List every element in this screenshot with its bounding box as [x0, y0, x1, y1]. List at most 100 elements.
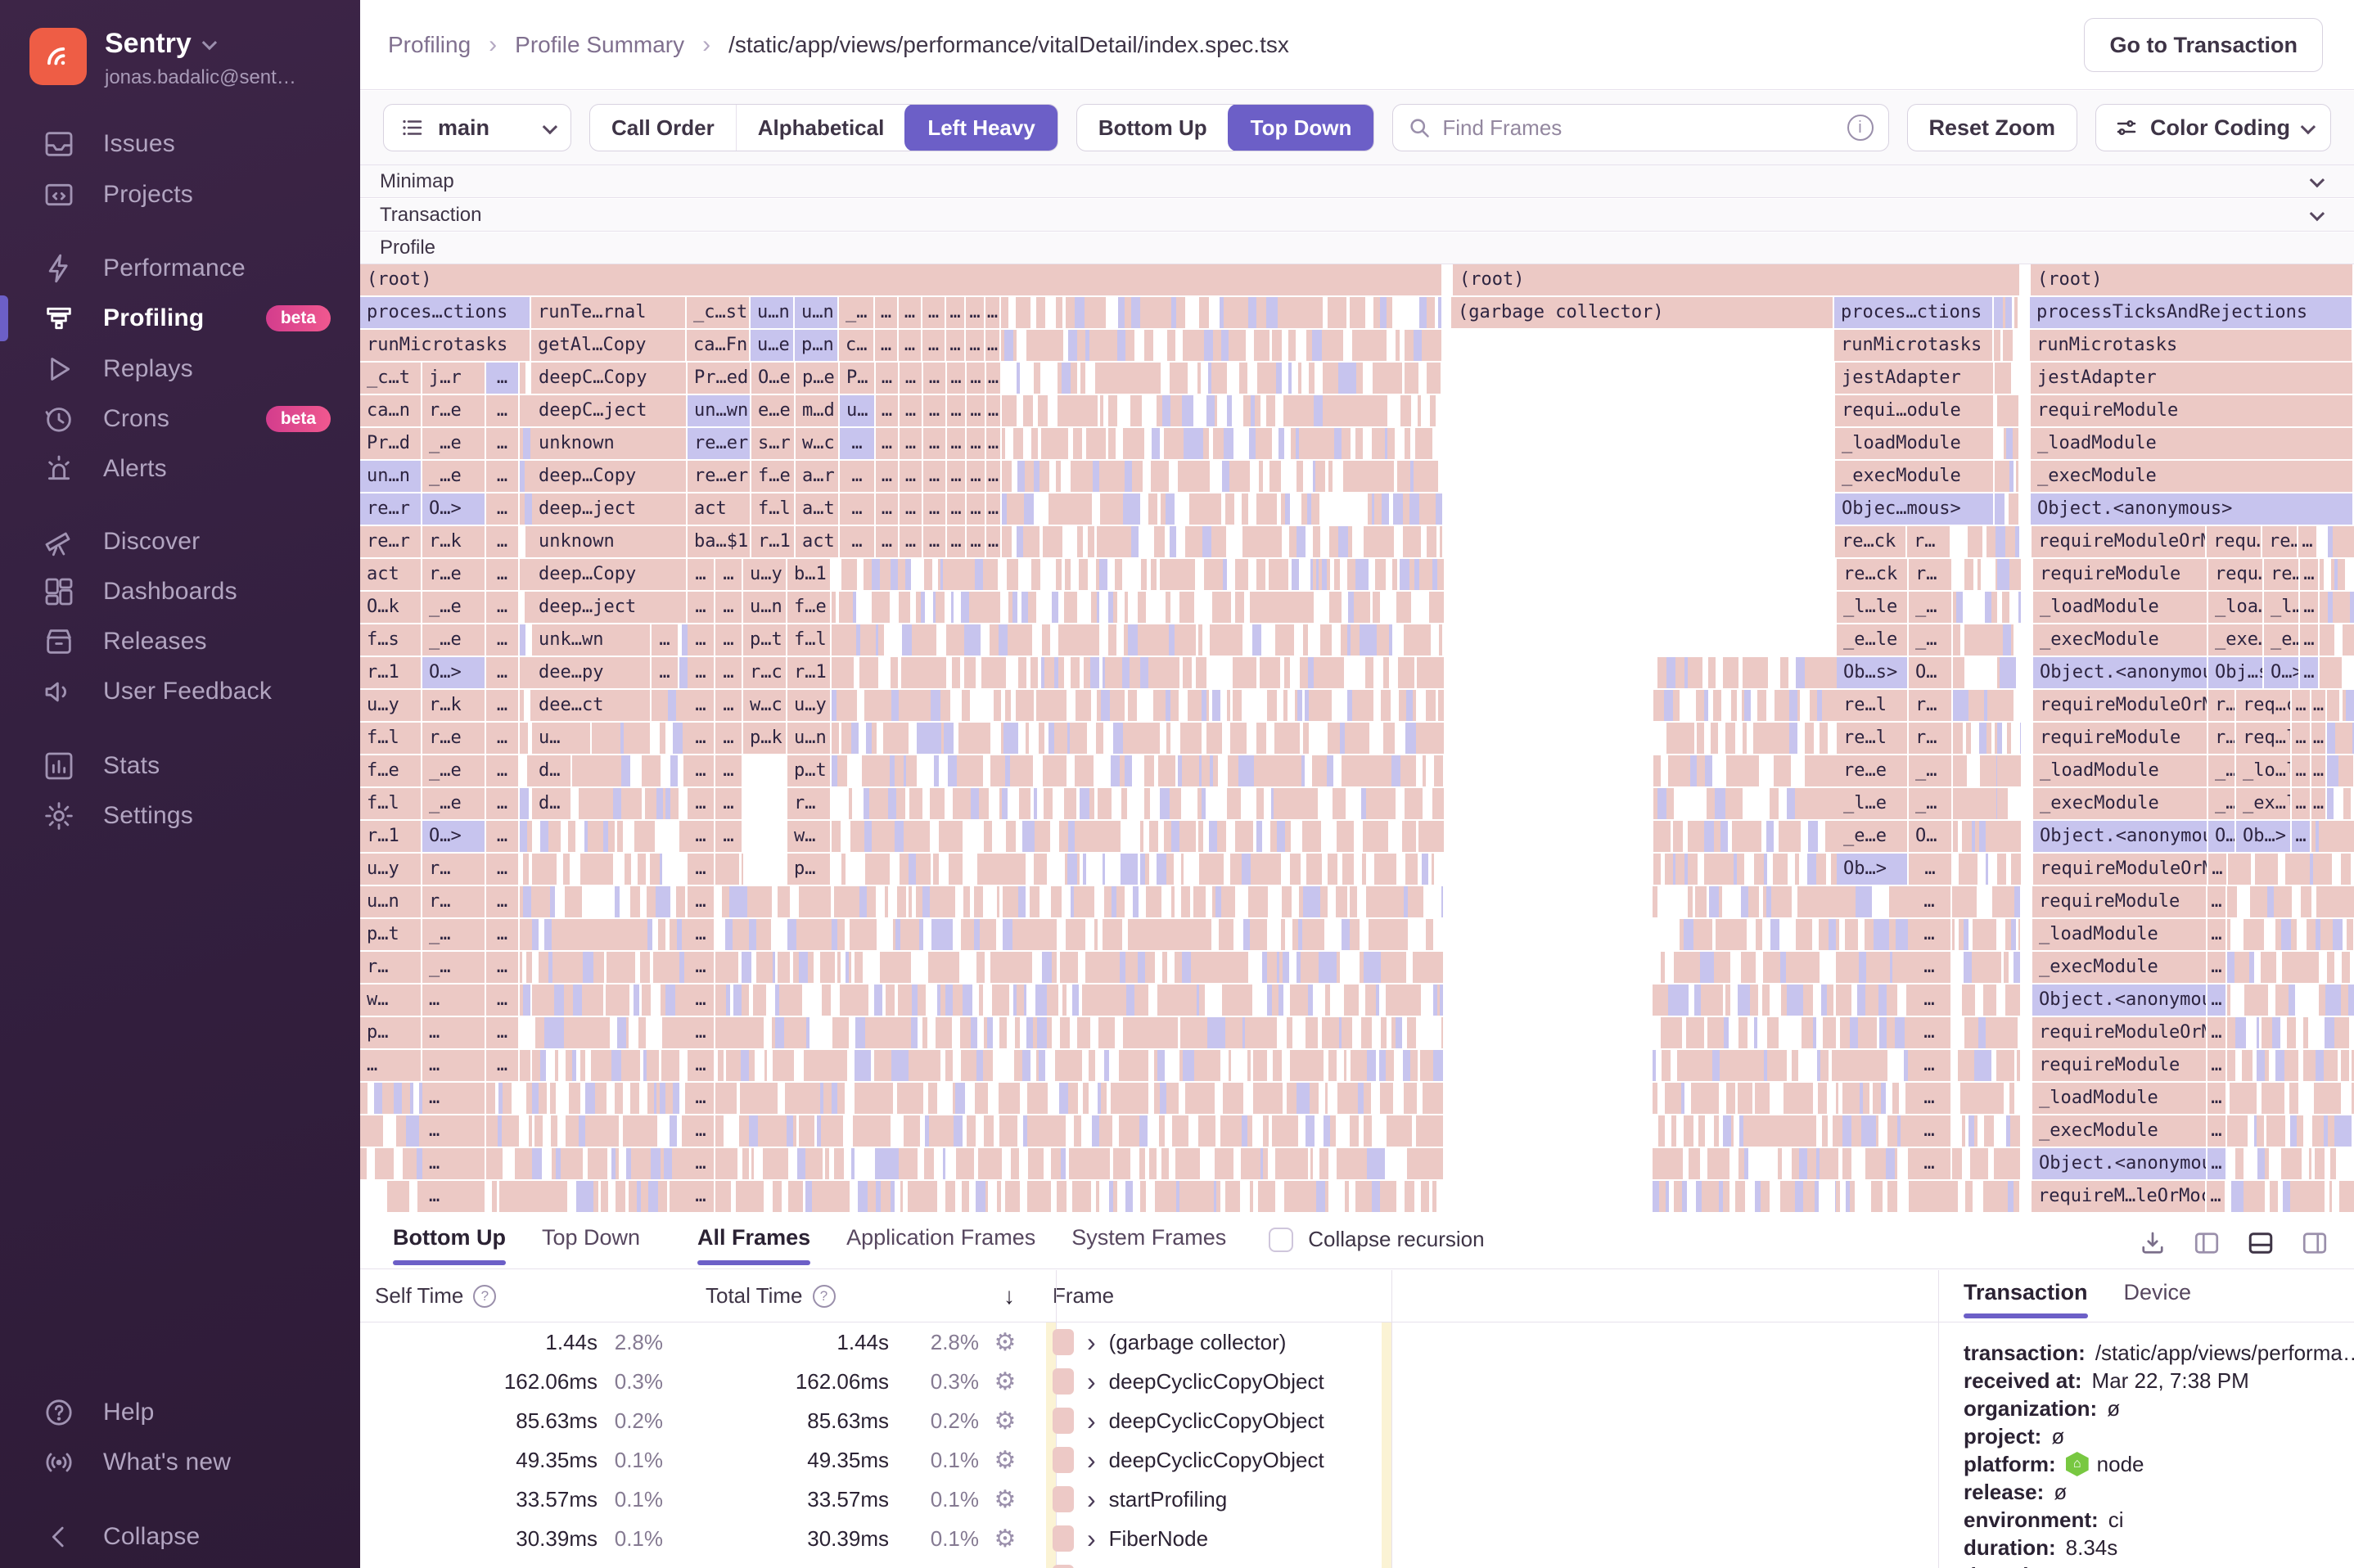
flame-frames-cluster[interactable]	[2327, 690, 2354, 721]
flame-frame[interactable]: requireModule	[2032, 1050, 2207, 1081]
flame-frame[interactable]: proces…ctions	[360, 297, 531, 328]
flame-frame[interactable]: …	[688, 1181, 715, 1212]
flame-frame[interactable]: …	[967, 428, 986, 459]
sidebar-item-alerts[interactable]: Alerts	[0, 446, 360, 492]
flame-frame[interactable]: …	[486, 624, 520, 656]
flame-frame[interactable]: _c…st	[687, 297, 751, 328]
flame-frame[interactable]: _e…e	[2264, 624, 2300, 656]
flame-frame[interactable]: deepC…Copy	[532, 363, 688, 394]
flame-frame[interactable]: re…l	[1837, 723, 1909, 754]
flame-frame[interactable]: _…e	[422, 461, 486, 492]
flame-frame[interactable]: …	[967, 526, 986, 557]
tab-bottom-up[interactable]: Bottom Up	[393, 1225, 506, 1265]
flame-frame[interactable]: …	[986, 526, 1002, 557]
flame-frames-cluster[interactable]	[532, 821, 688, 852]
flame-frame[interactable]: _…	[1909, 624, 1953, 656]
flame-frame[interactable]: …	[985, 297, 1001, 328]
flame-frames-cluster[interactable]	[572, 788, 688, 819]
flame-frame[interactable]: …	[688, 985, 715, 1016]
flame-frames-cluster[interactable]	[1995, 1181, 2019, 1212]
org-switcher[interactable]: Sentry	[105, 28, 296, 60]
flame-frame[interactable]: unknown	[532, 526, 688, 557]
flame-frame[interactable]: …	[2207, 952, 2227, 983]
gear-icon[interactable]: ⚙	[979, 1525, 1031, 1553]
flame-frame[interactable]: (root)	[1453, 264, 2021, 295]
flame-frame[interactable]: jestAdapter	[1835, 363, 1995, 394]
flame-frames-cluster[interactable]	[532, 854, 688, 885]
flame-frame[interactable]: …	[986, 428, 1002, 459]
flame-frame[interactable]: u…n	[751, 297, 795, 328]
reset-zoom-button[interactable]: Reset Zoom	[1907, 104, 2078, 151]
flame-frames-cluster[interactable]	[1001, 297, 1441, 328]
flame-frames-cluster[interactable]	[1952, 1083, 1996, 1114]
flame-frame[interactable]: …	[900, 395, 923, 426]
flame-frames-cluster[interactable]	[2327, 723, 2354, 754]
search-input[interactable]	[1442, 115, 1835, 141]
flame-frame[interactable]: w…c	[743, 690, 787, 721]
flame-frame[interactable]: runMicrotasks	[1834, 330, 1994, 361]
flame-frame[interactable]: …	[2292, 821, 2311, 852]
flame-frame[interactable]: _loadModule	[2031, 428, 2354, 459]
flame-frame[interactable]: u…y	[360, 690, 422, 721]
flame-frame[interactable]: w…c	[796, 428, 840, 459]
flame-frame[interactable]: O…k	[360, 592, 422, 623]
flame-frame[interactable]: …	[946, 330, 966, 361]
flame-frame[interactable]: …	[688, 690, 715, 721]
frame-table-row[interactable]: 49.35ms0.1%49.35ms0.1%⚙›deepCyclicCopyOb…	[360, 1440, 1938, 1480]
flame-frames-cluster[interactable]	[520, 690, 532, 721]
flame-frame[interactable]: …	[422, 1115, 486, 1147]
flame-frames-cluster[interactable]	[1952, 919, 1996, 950]
flame-frame[interactable]: …	[2207, 1083, 2227, 1114]
flame-frames-cluster[interactable]	[1836, 1181, 1995, 1212]
flame-frame[interactable]: r…	[2208, 723, 2236, 754]
flame-frames-cluster[interactable]	[592, 723, 688, 754]
flame-frame[interactable]: r…1	[360, 657, 422, 688]
flame-frame[interactable]: …	[715, 723, 743, 754]
flame-frames-cluster[interactable]	[1953, 690, 1997, 721]
frame-cell[interactable]: ›deepCyclicCopyObject	[1031, 1368, 1938, 1395]
flame-frame[interactable]: f…l	[360, 788, 422, 819]
flame-frame[interactable]: _…e	[422, 755, 486, 786]
flame-frame[interactable]: w…	[787, 821, 832, 852]
flame-frame[interactable]: …	[688, 1083, 715, 1114]
flame-frame[interactable]: …	[486, 690, 520, 721]
flame-frame[interactable]: p…	[787, 854, 832, 885]
detail-tab-transaction[interactable]: Transaction	[1964, 1280, 2088, 1318]
flame-frame[interactable]: r…	[1909, 559, 1953, 590]
flame-frame[interactable]: (root)	[2031, 264, 2354, 295]
flame-frame[interactable]: …	[840, 493, 876, 525]
flame-frames-cluster[interactable]	[1996, 1115, 2020, 1147]
flame-frame[interactable]: …	[486, 1050, 520, 1081]
flame-frames-cluster[interactable]	[1995, 493, 2018, 525]
flame-frame[interactable]: _execModule	[2033, 624, 2208, 656]
flame-frame[interactable]: _…e	[422, 592, 486, 623]
expand-chevron-icon[interactable]: ›	[1087, 1368, 1096, 1395]
flame-frame[interactable]: _loadModule	[2033, 755, 2208, 786]
flame-frames-cluster[interactable]	[1996, 1017, 2020, 1048]
flame-frame[interactable]: …	[923, 363, 947, 394]
flame-frame[interactable]: _l…le	[1837, 592, 1909, 623]
frame-cell[interactable]: ›_attach	[1031, 1565, 1938, 1568]
flame-frame[interactable]: f…e	[751, 461, 796, 492]
flame-frames-cluster[interactable]	[532, 919, 688, 950]
flame-frame[interactable]: …	[688, 821, 715, 852]
flame-frame[interactable]: …	[946, 297, 966, 328]
flame-frame[interactable]: _execModule	[2032, 952, 2207, 983]
flame-frame[interactable]: m…d	[796, 395, 840, 426]
flame-frame[interactable]: unk…wn	[532, 624, 652, 656]
flame-frames-cluster[interactable]	[2227, 1083, 2354, 1114]
flame-frame[interactable]: u…n	[743, 592, 787, 623]
flame-frame[interactable]: …	[688, 1050, 715, 1081]
flame-frame[interactable]: …	[1908, 919, 1952, 950]
flame-frame[interactable]: …	[2311, 788, 2327, 819]
flame-frame[interactable]: r…1	[360, 821, 422, 852]
flame-frame[interactable]: …	[422, 1050, 486, 1081]
flame-frames-cluster[interactable]	[1996, 1050, 2020, 1081]
flame-frame[interactable]: w…	[360, 985, 422, 1016]
flame-frames-cluster[interactable]	[520, 985, 532, 1016]
flame-frame[interactable]: O…	[1909, 821, 1953, 852]
flame-frame[interactable]: …	[2207, 1181, 2226, 1212]
flame-frames-cluster[interactable]	[1002, 526, 1442, 557]
flame-frame[interactable]: re…e	[1837, 755, 1909, 786]
flame-frames-cluster[interactable]	[1996, 1148, 2020, 1179]
